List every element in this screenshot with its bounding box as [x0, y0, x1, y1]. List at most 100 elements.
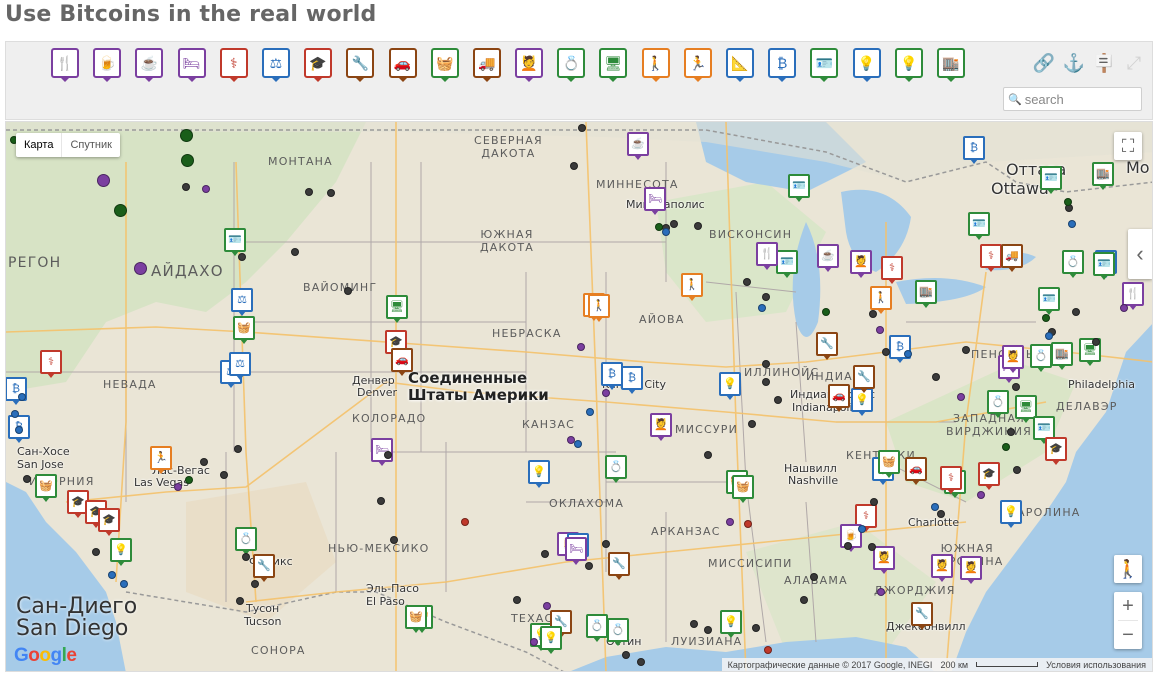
map-marker-other[interactable]: 💡: [720, 610, 742, 638]
map-marker-beauty[interactable]: 💆: [850, 250, 872, 278]
zoom-in-button[interactable]: +: [1114, 592, 1142, 620]
map-marker-grocery[interactable]: 🧺: [405, 605, 427, 633]
category-button-shop[interactable]: 🏬: [936, 48, 965, 82]
map-point[interactable]: [762, 378, 770, 386]
map-marker-jewelry[interactable]: 💍: [586, 614, 608, 642]
map-point[interactable]: [344, 287, 352, 295]
map-point[interactable]: [586, 408, 594, 416]
map-marker-grocery[interactable]: 🧺: [878, 450, 900, 478]
category-button-transport[interactable]: 🚚: [472, 48, 501, 82]
map-point[interactable]: [744, 520, 752, 528]
map-point[interactable]: [670, 220, 678, 228]
map-type-map-button[interactable]: Карта: [16, 133, 61, 157]
map-marker-jewelry[interactable]: 💍: [605, 455, 627, 483]
map-point[interactable]: [574, 440, 582, 448]
map-marker-lodging[interactable]: 🛏: [565, 537, 587, 565]
category-button-contact[interactable]: 🪪: [810, 48, 839, 82]
map-point[interactable]: [179, 128, 193, 142]
category-button-bar[interactable]: 🍺: [93, 48, 122, 82]
map-marker-jewelry[interactable]: 💍: [987, 390, 1009, 418]
signpost-button[interactable]: 🪧: [1092, 51, 1116, 75]
map-marker-beauty[interactable]: 💆: [931, 554, 953, 582]
category-button-restaurant[interactable]: 🍴: [51, 48, 79, 82]
map-point[interactable]: [242, 553, 250, 561]
map-point[interactable]: [327, 189, 335, 197]
map-point[interactable]: [96, 173, 110, 187]
map-marker-contact[interactable]: 🪪: [1093, 252, 1115, 280]
map-point[interactable]: [1007, 428, 1015, 436]
map-point[interactable]: [541, 550, 549, 558]
map-point[interactable]: [174, 483, 182, 491]
anchor-button[interactable]: ⚓: [1062, 51, 1086, 75]
map-marker-restaurant[interactable]: 🍴: [756, 242, 778, 270]
map-point[interactable]: [662, 228, 670, 236]
category-button-other[interactable]: 💡: [894, 48, 923, 82]
map-marker-restaurant[interactable]: 🍴: [1122, 282, 1144, 310]
map-point[interactable]: [390, 536, 398, 544]
map-point[interactable]: [1064, 198, 1072, 206]
map-marker-repair[interactable]: 🔧: [608, 552, 630, 580]
terms-link[interactable]: Условия использования: [1046, 660, 1146, 670]
map-marker-lodging[interactable]: 🛏: [644, 187, 666, 215]
map-marker-education[interactable]: 🎓: [98, 508, 120, 536]
map-point[interactable]: [182, 183, 190, 191]
map-point[interactable]: [1092, 338, 1100, 346]
map-marker-education[interactable]: 🎓: [1045, 437, 1067, 465]
category-button-education[interactable]: 🎓: [304, 48, 333, 82]
category-button-beauty[interactable]: 💆: [515, 48, 544, 82]
map-point[interactable]: [602, 540, 610, 548]
map-point[interactable]: [180, 153, 194, 167]
map-marker-jewelry[interactable]: 💍: [235, 527, 257, 555]
map-point[interactable]: [774, 396, 782, 404]
map-point[interactable]: [822, 308, 830, 316]
map-marker-sport[interactable]: 🚶: [681, 273, 703, 301]
expand-button[interactable]: ⤢: [1122, 51, 1146, 75]
map-point[interactable]: [18, 393, 26, 401]
map-point[interactable]: [637, 658, 645, 666]
map-marker-sport[interactable]: 🚶: [870, 286, 892, 314]
map-point[interactable]: [957, 393, 965, 401]
map-marker-car[interactable]: 🚗: [828, 384, 850, 412]
map-point[interactable]: [752, 624, 760, 632]
map-point[interactable]: [868, 543, 876, 551]
map-marker-medical[interactable]: ⚕: [940, 466, 962, 494]
map-point[interactable]: [238, 253, 246, 261]
google-logo[interactable]: Google: [14, 645, 77, 667]
map-point[interactable]: [570, 162, 578, 170]
map-point[interactable]: [377, 497, 385, 505]
map-marker-atm[interactable]: ₿: [601, 362, 623, 390]
zoom-out-button[interactable]: −: [1114, 621, 1142, 649]
map-marker-lawyer[interactable]: ⚖: [229, 352, 251, 380]
map-point[interactable]: [291, 248, 299, 256]
map-marker-beauty[interactable]: 💆: [650, 413, 672, 441]
map-point[interactable]: [858, 525, 866, 533]
category-button-medical[interactable]: ⚕: [219, 48, 248, 82]
map-point[interactable]: [876, 326, 884, 334]
map-point[interactable]: [1002, 443, 1010, 451]
map-marker-cafe[interactable]: ☕: [627, 132, 649, 160]
map-point[interactable]: [704, 626, 712, 634]
panel-toggle-button[interactable]: ‹: [1128, 229, 1152, 279]
map-marker-beauty[interactable]: 💆: [960, 556, 982, 584]
map-marker-education[interactable]: 🎓: [978, 462, 1000, 490]
map-marker-repair[interactable]: 🔧: [816, 332, 838, 360]
map-point[interactable]: [622, 651, 630, 659]
map-point[interactable]: [810, 573, 818, 581]
map-point[interactable]: [800, 596, 808, 604]
map-point[interactable]: [384, 451, 392, 459]
category-button-lodging[interactable]: 🛏: [177, 48, 206, 82]
category-button-cafe[interactable]: ☕: [135, 48, 164, 82]
map-marker-contact[interactable]: 🪪: [788, 174, 810, 202]
map-marker-lawyer[interactable]: ⚖: [231, 288, 253, 316]
map-marker-shop[interactable]: 🏬: [1051, 342, 1073, 370]
map-marker-shop[interactable]: 🏬: [1092, 162, 1114, 190]
map-point[interactable]: [882, 348, 890, 356]
map-point[interactable]: [15, 426, 23, 434]
map-point[interactable]: [704, 451, 712, 459]
map-point[interactable]: [1068, 220, 1076, 228]
map-point[interactable]: [977, 491, 985, 499]
map-type-satellite-button[interactable]: Спутник: [61, 133, 119, 157]
map-point[interactable]: [1012, 383, 1020, 391]
map-marker-jewelry[interactable]: 💍: [1062, 250, 1084, 278]
category-button-grocery[interactable]: 🧺: [430, 48, 459, 82]
